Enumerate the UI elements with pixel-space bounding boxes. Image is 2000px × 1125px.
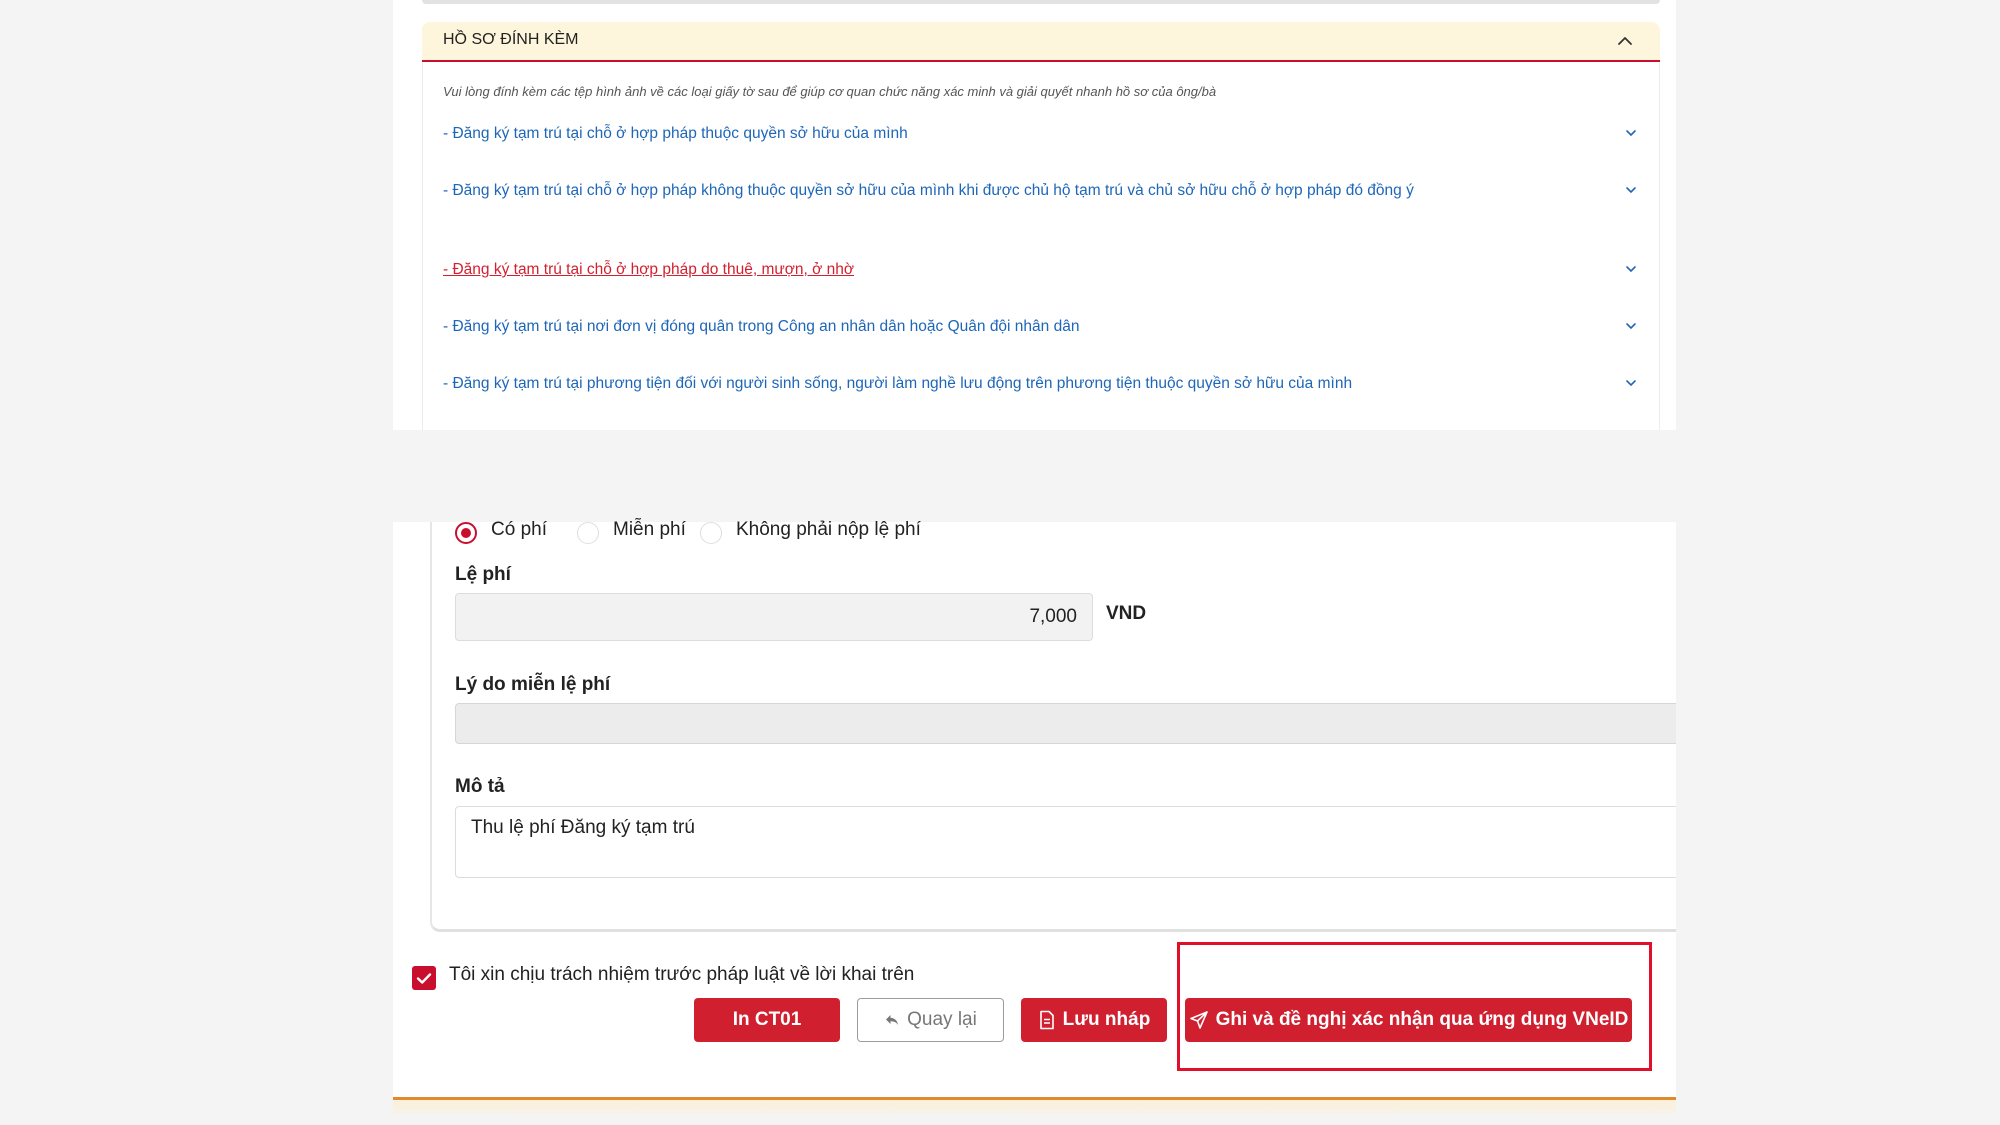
chevron-down-icon[interactable] — [1622, 260, 1640, 278]
chevron-down-icon[interactable] — [1622, 374, 1640, 392]
back-button[interactable]: Quay lại — [857, 998, 1004, 1042]
print-ct01-button[interactable]: In CT01 — [694, 998, 840, 1042]
declaration-checkbox[interactable] — [412, 966, 436, 990]
chevron-down-icon[interactable] — [1622, 317, 1640, 335]
attachments-note: Vui lòng đính kèm các tệp hình ảnh về cá… — [443, 84, 1217, 99]
fee-type-radio-exempt[interactable] — [577, 522, 599, 544]
chevron-up-icon[interactable] — [1614, 30, 1636, 52]
check-icon — [416, 973, 432, 984]
footer-strip — [393, 1100, 1676, 1114]
back-label: Quay lại — [907, 1009, 977, 1030]
chevron-down-icon[interactable] — [1622, 181, 1640, 199]
declaration-label: Tôi xin chịu trách nhiệm trước pháp luật… — [449, 964, 915, 985]
attachment-item-rented[interactable]: - Đăng ký tạm trú tại chỗ ở hợp pháp do … — [443, 259, 1423, 281]
attachment-item-vehicle[interactable]: - Đăng ký tạm trú tại phương tiện đối vớ… — [443, 373, 1603, 395]
attachment-item-military[interactable]: - Đăng ký tạm trú tại nơi đơn vị đóng qu… — [443, 316, 1423, 338]
print-ct01-label: In CT01 — [732, 1009, 802, 1030]
fee-label: Lệ phí — [455, 564, 511, 585]
annotation-highlight — [1177, 942, 1652, 1071]
fee-type-label-none: Không phải nộp lệ phí — [736, 519, 921, 540]
save-draft-label: Lưu nháp — [1062, 1009, 1151, 1030]
description-label: Mô tả — [455, 776, 505, 797]
reply-arrow-icon — [886, 1015, 899, 1025]
exemption-reason-input[interactable] — [455, 703, 1676, 744]
fee-type-radio-paid[interactable] — [455, 522, 477, 544]
save-draft-button[interactable]: Lưu nháp — [1021, 998, 1167, 1042]
fee-type-radio-none[interactable] — [700, 522, 722, 544]
chevron-down-icon[interactable] — [1622, 124, 1640, 142]
attachment-item-owned[interactable]: - Đăng ký tạm trú tại chỗ ở hợp pháp thu… — [443, 123, 1423, 145]
previous-card-edge — [422, 0, 1660, 4]
attachment-item-not-owned[interactable]: - Đăng ký tạm trú tại chỗ ở hợp pháp khô… — [443, 180, 1423, 202]
fee-type-label-paid: Có phí — [491, 519, 547, 540]
attachments-title: HỒ SƠ ĐÍNH KÈM — [443, 31, 579, 48]
description-textarea[interactable]: Thu lệ phí Đăng ký tạm trú — [455, 806, 1676, 878]
fee-unit: VND — [1106, 603, 1147, 624]
attachments-header[interactable] — [422, 22, 1660, 62]
exemption-reason-label: Lý do miễn lệ phí — [455, 674, 611, 695]
fee-input[interactable]: 7,000 — [455, 593, 1093, 641]
document-icon — [1039, 1010, 1054, 1030]
fee-type-label-exempt: Miễn phí — [613, 519, 686, 540]
section-gap — [393, 430, 1676, 522]
